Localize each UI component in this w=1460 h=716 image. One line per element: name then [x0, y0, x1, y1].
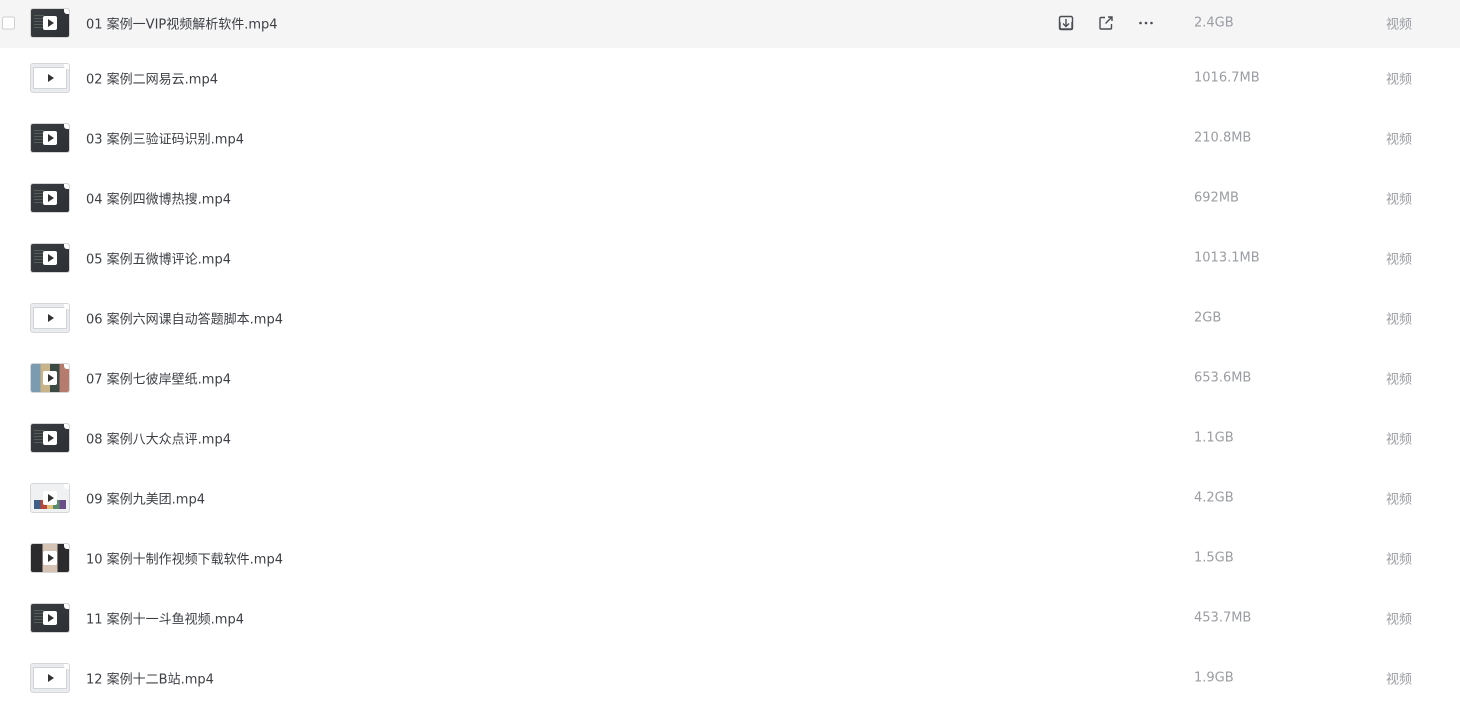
video-thumbnail [31, 604, 69, 632]
file-row[interactable]: 02 案例二网易云.mp4 1016.7MB 视频 [0, 48, 1460, 108]
file-row[interactable]: 06 案例六网课自动答题脚本.mp4 2GB 视频 [0, 288, 1460, 348]
file-name[interactable]: 12 案例十二B站.mp4 [86, 669, 214, 688]
file-size: 1016.7MB [1194, 70, 1260, 86]
thumbnail-corner [64, 124, 69, 129]
file-name[interactable]: 09 案例九美团.mp4 [86, 489, 205, 508]
file-type: 视频 [1386, 17, 1413, 32]
file-type: 视频 [1386, 312, 1413, 328]
video-thumbnail [31, 64, 69, 92]
play-icon [43, 371, 57, 385]
file-size: 653.6MB [1194, 370, 1252, 386]
video-thumbnail [31, 364, 69, 392]
thumbnail-corner [64, 244, 69, 249]
file-size: 1.1GB [1194, 430, 1234, 446]
thumbnail-corner [64, 604, 69, 609]
thumbnail-corner [64, 304, 69, 309]
file-row[interactable]: 07 案例七彼岸壁纸.mp4 653.6MB 视频 [0, 348, 1460, 408]
thumbnail-corner [64, 484, 69, 489]
play-icon [43, 311, 57, 325]
thumbnail-corner [64, 664, 69, 669]
row-actions [1056, 13, 1156, 33]
play-icon [43, 611, 57, 625]
thumbnail-corner [64, 8, 69, 14]
file-row[interactable]: 09 案例九美团.mp4 4.2GB 视频 [0, 468, 1460, 528]
file-row[interactable]: 10 案例十制作视频下载软件.mp4 1.5GB 视频 [0, 528, 1460, 588]
file-size: 4.2GB [1194, 490, 1234, 506]
file-row[interactable]: 03 案例三验证码识别.mp4 210.8MB 视频 [0, 108, 1460, 168]
file-type: 视频 [1386, 432, 1413, 448]
play-icon [43, 71, 57, 85]
download-icon [1058, 15, 1074, 30]
file-type: 视频 [1386, 672, 1413, 688]
file-name[interactable]: 11 案例十一斗鱼视频.mp4 [86, 609, 244, 628]
file-size: 1.5GB [1194, 550, 1234, 566]
thumbnail-corner [64, 424, 69, 429]
play-icon [43, 551, 57, 565]
play-icon [43, 251, 57, 265]
file-name[interactable]: 01 案例一VIP视频解析软件.mp4 [86, 13, 278, 32]
file-row[interactable]: 12 案例十二B站.mp4 1.9GB 视频 [0, 648, 1460, 708]
video-thumbnail [31, 184, 69, 212]
file-type: 视频 [1386, 132, 1413, 148]
file-type: 视频 [1386, 252, 1413, 268]
video-thumbnail [31, 124, 69, 152]
share-button[interactable] [1096, 13, 1116, 33]
video-thumbnail [31, 8, 69, 37]
file-list: 01 案例一VIP视频解析软件.mp4 2.4GB 视频 02 案例二网易云.m… [0, 0, 1460, 713]
video-thumbnail [31, 304, 69, 332]
file-name[interactable]: 02 案例二网易云.mp4 [86, 69, 218, 88]
download-button[interactable] [1056, 13, 1076, 33]
file-size: 453.7MB [1194, 610, 1252, 626]
video-thumbnail [31, 484, 69, 512]
file-name[interactable]: 03 案例三验证码识别.mp4 [86, 129, 244, 148]
file-row[interactable]: 08 案例八大众点评.mp4 1.1GB 视频 [0, 408, 1460, 468]
file-name[interactable]: 10 案例十制作视频下载软件.mp4 [86, 549, 283, 568]
play-icon [43, 491, 57, 505]
file-name[interactable]: 08 案例八大众点评.mp4 [86, 429, 231, 448]
share-icon [1099, 15, 1113, 30]
file-name[interactable]: 05 案例五微博评论.mp4 [86, 249, 231, 268]
file-row[interactable]: 04 案例四微博热搜.mp4 692MB 视频 [0, 168, 1460, 228]
video-thumbnail [31, 664, 69, 692]
file-type: 视频 [1386, 72, 1413, 88]
file-type: 视频 [1386, 552, 1413, 568]
file-row[interactable]: 01 案例一VIP视频解析软件.mp4 2.4GB 视频 [0, 0, 1460, 48]
thumbnail-corner [64, 364, 69, 369]
file-size: 1.9GB [1194, 670, 1234, 686]
more-icon [1139, 21, 1153, 24]
thumbnail-corner [64, 544, 69, 549]
file-size: 2GB [1194, 310, 1222, 326]
file-name[interactable]: 06 案例六网课自动答题脚本.mp4 [86, 309, 283, 328]
play-icon [43, 15, 57, 30]
file-size: 2.4GB [1194, 15, 1234, 30]
video-thumbnail [31, 244, 69, 272]
file-name[interactable]: 04 案例四微博热搜.mp4 [86, 189, 231, 208]
play-icon [43, 431, 57, 445]
row-checkbox[interactable] [2, 16, 15, 29]
file-name[interactable]: 07 案例七彼岸壁纸.mp4 [86, 369, 231, 388]
video-thumbnail [31, 424, 69, 452]
file-size: 210.8MB [1194, 130, 1252, 146]
play-icon [43, 131, 57, 145]
file-row[interactable]: 05 案例五微博评论.mp4 1013.1MB 视频 [0, 228, 1460, 288]
thumbnail-corner [64, 64, 69, 69]
file-row[interactable]: 11 案例十一斗鱼视频.mp4 453.7MB 视频 [0, 588, 1460, 648]
file-type: 视频 [1386, 192, 1413, 208]
more-button[interactable] [1136, 13, 1156, 33]
file-size: 1013.1MB [1194, 250, 1260, 266]
file-type: 视频 [1386, 492, 1413, 508]
video-thumbnail [31, 544, 69, 572]
file-type: 视频 [1386, 612, 1413, 628]
play-icon [43, 191, 57, 205]
play-icon [43, 671, 57, 685]
file-type: 视频 [1386, 372, 1413, 388]
file-size: 692MB [1194, 190, 1239, 206]
thumbnail-corner [64, 184, 69, 189]
